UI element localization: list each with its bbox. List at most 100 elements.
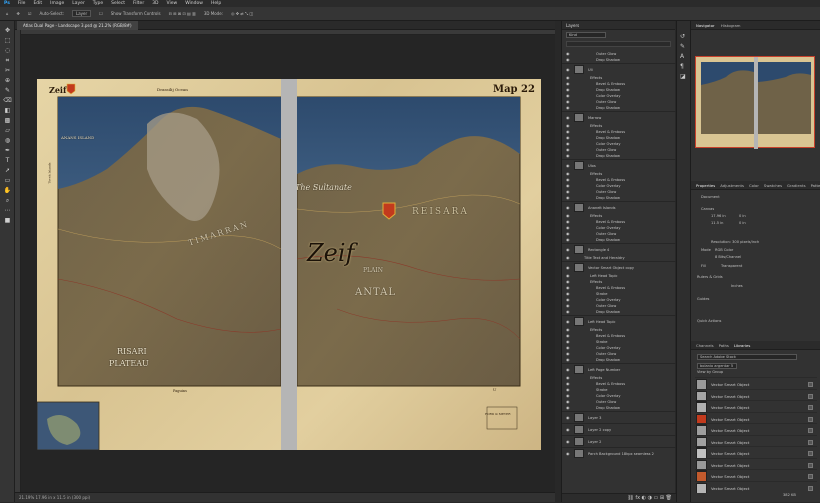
map-left-title: Zeif: [49, 85, 67, 95]
object-select-tool-icon[interactable]: ⌗: [3, 57, 12, 64]
tab-swatches[interactable]: Swatches: [764, 183, 782, 188]
menu-item-window[interactable]: Window: [185, 1, 203, 6]
layer-row[interactable]: ◉ Layer 3: [562, 411, 676, 423]
library-search[interactable]: Search Adobe Stock: [697, 354, 797, 360]
color-tool-icon[interactable]: ■: [3, 217, 12, 224]
marquee-tool-icon[interactable]: ⬚: [3, 37, 12, 44]
menu-item-select[interactable]: Select: [111, 1, 125, 6]
library-item-menu-icon[interactable]: [808, 485, 813, 491]
layer-row[interactable]: ◉ Ulos: [562, 159, 676, 171]
move-tool-icon[interactable]: ✥: [17, 11, 20, 16]
library-item-menu-icon[interactable]: [808, 416, 813, 422]
canvas-y[interactable]: 0 in: [739, 221, 746, 225]
pen-tool-icon[interactable]: ✒: [3, 147, 12, 154]
character-icon[interactable]: A: [680, 53, 684, 60]
paragraph-icon[interactable]: ¶: [680, 63, 684, 70]
rulers-units[interactable]: Inches: [731, 284, 743, 288]
bits-select[interactable]: 8 Bits/Channel: [715, 255, 741, 259]
layer-footer-icons[interactable]: ⛓ fx ◐ ◑ ▭ ⊞ 🗑: [562, 493, 676, 502]
layer-row[interactable]: ◉ Marrow: [562, 111, 676, 123]
library-item-menu-icon[interactable]: [808, 405, 813, 410]
history-brush-tool-icon[interactable]: ▩: [3, 117, 12, 124]
layer-row[interactable]: ◉ Left Head Topic: [562, 315, 676, 327]
more-tool-icon[interactable]: ⋯: [3, 207, 12, 214]
document-tab[interactable]: Atlas Dual Page - Landscape 3.psd @ 21.2…: [17, 21, 138, 30]
library-item-menu-icon[interactable]: [808, 474, 813, 479]
layer-row[interactable]: ◉ Parch Background 18kpx seamless 2: [562, 447, 676, 459]
layer-row[interactable]: ◉ Uli: [562, 63, 676, 75]
dodge-tool-icon[interactable]: ◍: [3, 137, 12, 144]
tab-gradients[interactable]: Gradients: [787, 183, 806, 188]
library-item-menu-icon[interactable]: [808, 451, 813, 456]
navigator-preview[interactable]: [695, 56, 815, 149]
library-item-menu-icon[interactable]: [808, 428, 813, 433]
auto-select-dropdown[interactable]: Layer: [72, 10, 92, 17]
canvas-x[interactable]: 0 in: [739, 214, 746, 218]
menu-item-3d[interactable]: 3D: [152, 1, 158, 6]
library-item-menu-icon[interactable]: [808, 462, 813, 468]
menu-item-help[interactable]: Help: [211, 1, 221, 6]
layer-row[interactable]: ◉ Layer 2 copy: [562, 423, 676, 435]
tab-paths[interactable]: Paths: [719, 343, 729, 348]
library-item-menu-icon[interactable]: [808, 393, 813, 399]
tab-color[interactable]: Color: [749, 183, 759, 188]
auto-select-checkbox[interactable]: ☑: [28, 11, 32, 16]
layer-row[interactable]: ◉ Layer 2: [562, 435, 676, 447]
zoom-tool-icon[interactable]: ⌕: [3, 197, 12, 204]
shape-tool-icon[interactable]: ▭: [3, 177, 12, 184]
layer-name: Parch Background 18kpx seamless 2: [588, 452, 654, 456]
transform-controls-checkbox[interactable]: ☐: [99, 11, 103, 16]
canvas-height[interactable]: 11.5 in: [711, 221, 723, 225]
tab-navigator[interactable]: Navigator: [696, 23, 715, 28]
rulers-grids-label[interactable]: Rulers & Grids: [697, 275, 723, 279]
library-view-by[interactable]: View by Group: [697, 370, 723, 374]
menu-item-edit[interactable]: Edit: [33, 1, 42, 6]
library-item-menu-icon[interactable]: [808, 382, 813, 387]
lasso-tool-icon[interactable]: ◌: [3, 47, 12, 54]
eraser-tool-icon[interactable]: ⌫: [3, 97, 12, 104]
stamp-tool-icon[interactable]: ◧: [3, 107, 12, 114]
menu-item-filter[interactable]: Filter: [133, 1, 144, 6]
menu-item-layer[interactable]: Layer: [72, 1, 85, 6]
path-select-tool-icon[interactable]: ➚: [3, 167, 12, 174]
crop-tool-icon[interactable]: ✂: [3, 67, 12, 74]
quick-actions-label[interactable]: Quick Actions: [697, 319, 721, 323]
library-item-menu-icon[interactable]: [808, 439, 813, 445]
menu-item-file[interactable]: File: [18, 1, 26, 6]
library-name[interactable]: bolanio argentar 5: [697, 363, 737, 369]
3d-mode-icons[interactable]: ◎ ✥ ⇄ ⤡ ◫: [231, 11, 253, 16]
align-icons[interactable]: ⊟ ⊞ ⊠ ⊡ ▤ ▥: [169, 11, 196, 16]
type-tool-icon[interactable]: T: [3, 157, 12, 164]
guides-label[interactable]: Guides: [697, 297, 709, 301]
tab-histogram[interactable]: Histogram: [721, 23, 741, 28]
layer-row[interactable]: ◉ Ananelt Islands: [562, 201, 676, 213]
layer-row[interactable]: ◉ Vector Smart Object copy: [562, 261, 676, 273]
menu-item-view[interactable]: View: [167, 1, 178, 6]
move-tool-icon[interactable]: ✥: [3, 27, 12, 34]
canvas-width[interactable]: 17.96 in: [711, 214, 726, 218]
brush-settings-icon[interactable]: ✎: [680, 43, 685, 50]
tab-libraries[interactable]: Libraries: [734, 343, 750, 348]
glyphs-icon[interactable]: ◪: [680, 73, 686, 80]
frame-tool-icon[interactable]: ⊕: [3, 77, 12, 84]
blend-mode-row[interactable]: [566, 41, 671, 47]
library-item[interactable]: Vector Smart Object: [695, 480, 817, 493]
gradient-tool-icon[interactable]: ▱: [3, 127, 12, 134]
brush-tool-icon[interactable]: ✎: [3, 87, 12, 94]
mode-select[interactable]: RGB Color: [715, 248, 733, 252]
menu-item-image[interactable]: Image: [50, 1, 64, 6]
layer-row[interactable]: ◉ Rectangle 4: [562, 243, 676, 255]
fill-select[interactable]: Transparent: [721, 264, 742, 268]
layer-row[interactable]: ◉ Left Page Number: [562, 363, 676, 375]
tab-properties[interactable]: Properties: [696, 183, 715, 188]
tab-channels[interactable]: Channels: [696, 343, 714, 348]
map-label-sultanate: The Sultanate: [295, 183, 352, 192]
home-icon[interactable]: ⌂: [6, 11, 9, 16]
hand-tool-icon[interactable]: ✋: [3, 187, 12, 194]
tab-patterns[interactable]: Patterns: [811, 183, 820, 188]
menu-item-type[interactable]: Type: [93, 1, 103, 6]
layer-filter-kind[interactable]: Kind: [566, 32, 606, 38]
history-icon[interactable]: ↺: [680, 33, 685, 40]
visibility-eye-icon[interactable]: ◉: [566, 448, 570, 460]
tab-adjustments[interactable]: Adjustments: [720, 183, 744, 188]
